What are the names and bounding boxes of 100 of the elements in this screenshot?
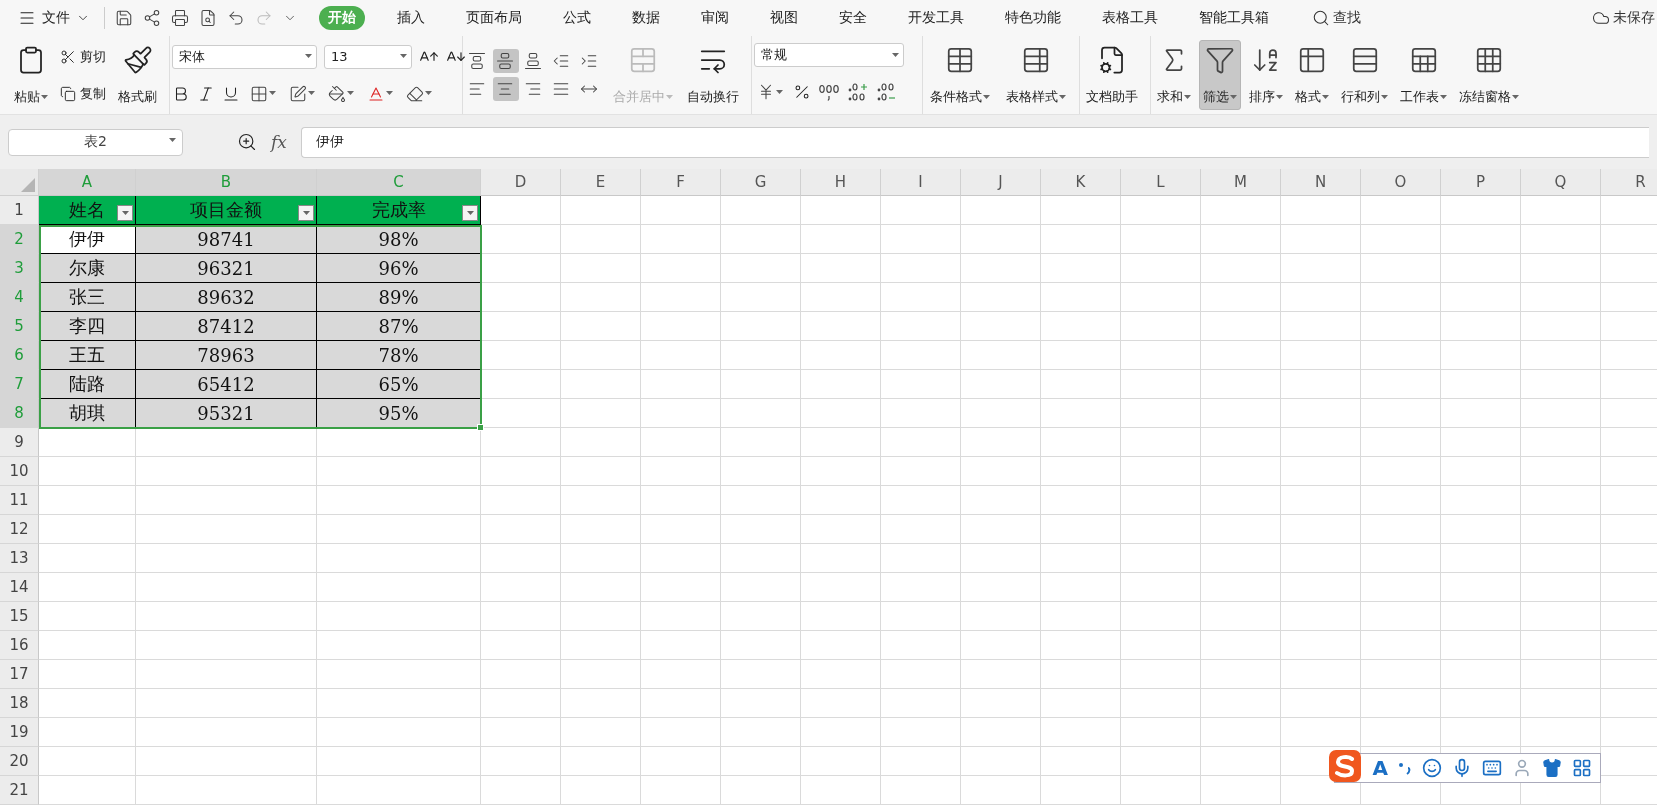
wrap-text-button[interactable]: 自动换行 (683, 40, 743, 110)
table-cell[interactable]: 65% (317, 370, 481, 399)
ribbon-tool-button[interactable]: 求和 (1153, 40, 1195, 110)
row-number[interactable]: 16 (0, 631, 39, 660)
ribbon-tool-button[interactable]: 表格样式 (1001, 40, 1071, 110)
shirt-icon[interactable] (1542, 758, 1562, 778)
ribbon-tab[interactable]: 页面布局 (457, 6, 531, 30)
align-button[interactable] (493, 49, 519, 73)
ribbon-tab[interactable]: 表格工具 (1093, 6, 1167, 30)
copy-button[interactable]: 复制 (58, 82, 108, 105)
input-mode-toggle[interactable]: A (1372, 756, 1388, 780)
row-number[interactable]: 11 (0, 486, 39, 515)
ribbon-tool-button[interactable]: 条件格式 (925, 40, 995, 110)
row-number[interactable]: 19 (0, 718, 39, 747)
column-header[interactable]: F (641, 169, 721, 196)
cut-button[interactable]: 剪切 (58, 45, 108, 68)
increase-decimal-icon[interactable] (847, 82, 869, 102)
table-cell[interactable]: 96321 (136, 254, 317, 283)
keyboard-icon[interactable] (1482, 758, 1502, 778)
column-header[interactable]: O (1361, 169, 1441, 196)
filter-dropdown-button[interactable] (117, 205, 133, 221)
file-menu[interactable]: 文件 (14, 9, 94, 27)
underline-icon[interactable] (222, 84, 240, 103)
column-header[interactable]: R (1601, 169, 1657, 196)
italic-icon[interactable] (197, 84, 215, 103)
table-cell[interactable]: 尔康 (39, 254, 136, 283)
table-cell[interactable]: 胡琪 (39, 399, 136, 428)
function-label[interactable]: fx (271, 132, 287, 152)
format-painter-button[interactable]: 格式刷 (114, 40, 161, 110)
table-cell[interactable]: 伊伊 (39, 225, 136, 254)
ribbon-tab[interactable]: 特色功能 (996, 6, 1070, 30)
ribbon-tool-button[interactable]: 排序 (1245, 40, 1287, 110)
table-cell[interactable]: 89% (317, 283, 481, 312)
column-header[interactable]: L (1121, 169, 1201, 196)
column-header[interactable]: K (1041, 169, 1121, 196)
table-cell[interactable]: 87% (317, 312, 481, 341)
row-number[interactable]: 13 (0, 544, 39, 573)
ribbon-tab[interactable]: 公式 (554, 6, 600, 30)
table-cell[interactable]: 96% (317, 254, 481, 283)
ribbon-tab[interactable]: 审阅 (692, 6, 738, 30)
ribbon-tab[interactable]: 插入 (388, 6, 434, 30)
table-cell[interactable]: 95321 (136, 399, 317, 428)
row-number[interactable]: 15 (0, 602, 39, 631)
percent-icon[interactable] (793, 83, 811, 101)
ribbon-tab[interactable]: 数据 (623, 6, 669, 30)
row-number[interactable]: 17 (0, 660, 39, 689)
print-preview-icon[interactable] (199, 9, 217, 27)
column-header[interactable]: H (801, 169, 881, 196)
fill-handle[interactable] (477, 424, 484, 431)
ribbon-tool-button[interactable]: 冻结窗格 (1455, 40, 1523, 110)
filter-dropdown-button[interactable] (298, 205, 314, 221)
undo-icon[interactable] (227, 9, 245, 27)
thousands-separator-icon[interactable] (818, 83, 840, 101)
document-assistant-button[interactable]: 文档助手 (1082, 40, 1142, 110)
print-icon[interactable] (171, 9, 189, 27)
ribbon-tab[interactable]: 视图 (761, 6, 807, 30)
ribbon-tab[interactable]: 安全 (830, 6, 876, 30)
ime-logo-icon[interactable] (1326, 748, 1363, 784)
punctuation-icon[interactable] (1398, 760, 1412, 776)
table-cell[interactable]: 98741 (136, 225, 317, 254)
paste-button[interactable]: 粘贴 (10, 40, 52, 110)
column-header[interactable]: M (1201, 169, 1281, 196)
font-name-select[interactable]: 宋体 (172, 44, 317, 69)
column-header[interactable]: I (881, 169, 961, 196)
table-cell[interactable]: 95% (317, 399, 481, 428)
save-status[interactable]: 未保存 (1592, 9, 1657, 27)
microphone-icon[interactable] (1452, 758, 1472, 778)
row-number[interactable]: 21 (0, 776, 39, 805)
number-format-select[interactable]: 常规 (754, 43, 904, 67)
filter-dropdown-button[interactable] (462, 205, 478, 221)
column-header[interactable]: E (561, 169, 641, 196)
zoom-icon[interactable] (237, 132, 257, 152)
formula-input[interactable]: 伊伊 (300, 126, 1649, 158)
grid-apps-icon[interactable] (1572, 758, 1592, 778)
row-number[interactable]: 14 (0, 573, 39, 602)
row-number[interactable]: 20 (0, 747, 39, 776)
column-header[interactable]: Q (1521, 169, 1601, 196)
search-button[interactable]: 查找 (1306, 8, 1367, 28)
name-box[interactable]: 表2 (8, 128, 183, 156)
column-header[interactable]: D (481, 169, 561, 196)
row-number[interactable]: 9 (0, 428, 39, 457)
row-number[interactable]: 10 (0, 457, 39, 486)
column-header[interactable]: G (721, 169, 801, 196)
share-icon[interactable] (143, 9, 161, 27)
ribbon-tab[interactable]: 智能工具箱 (1190, 6, 1278, 30)
table-cell[interactable]: 78963 (136, 341, 317, 370)
save-icon[interactable] (115, 9, 133, 27)
font-size-select[interactable]: 13 (324, 44, 412, 69)
table-cell[interactable]: 98% (317, 225, 481, 254)
table-cell[interactable]: 李四 (39, 312, 136, 341)
ribbon-tool-button[interactable]: 行和列 (1337, 40, 1392, 110)
table-cell[interactable]: 张三 (39, 283, 136, 312)
table-cell[interactable]: 89632 (136, 283, 317, 312)
ribbon-tool-button[interactable]: 格式 (1291, 40, 1333, 110)
table-cell[interactable]: 王五 (39, 341, 136, 370)
ribbon-tab[interactable]: 开发工具 (899, 6, 973, 30)
smile-icon[interactable] (1422, 758, 1442, 778)
table-cell[interactable]: 65412 (136, 370, 317, 399)
column-header[interactable]: P (1441, 169, 1521, 196)
decrease-decimal-icon[interactable] (876, 82, 898, 102)
